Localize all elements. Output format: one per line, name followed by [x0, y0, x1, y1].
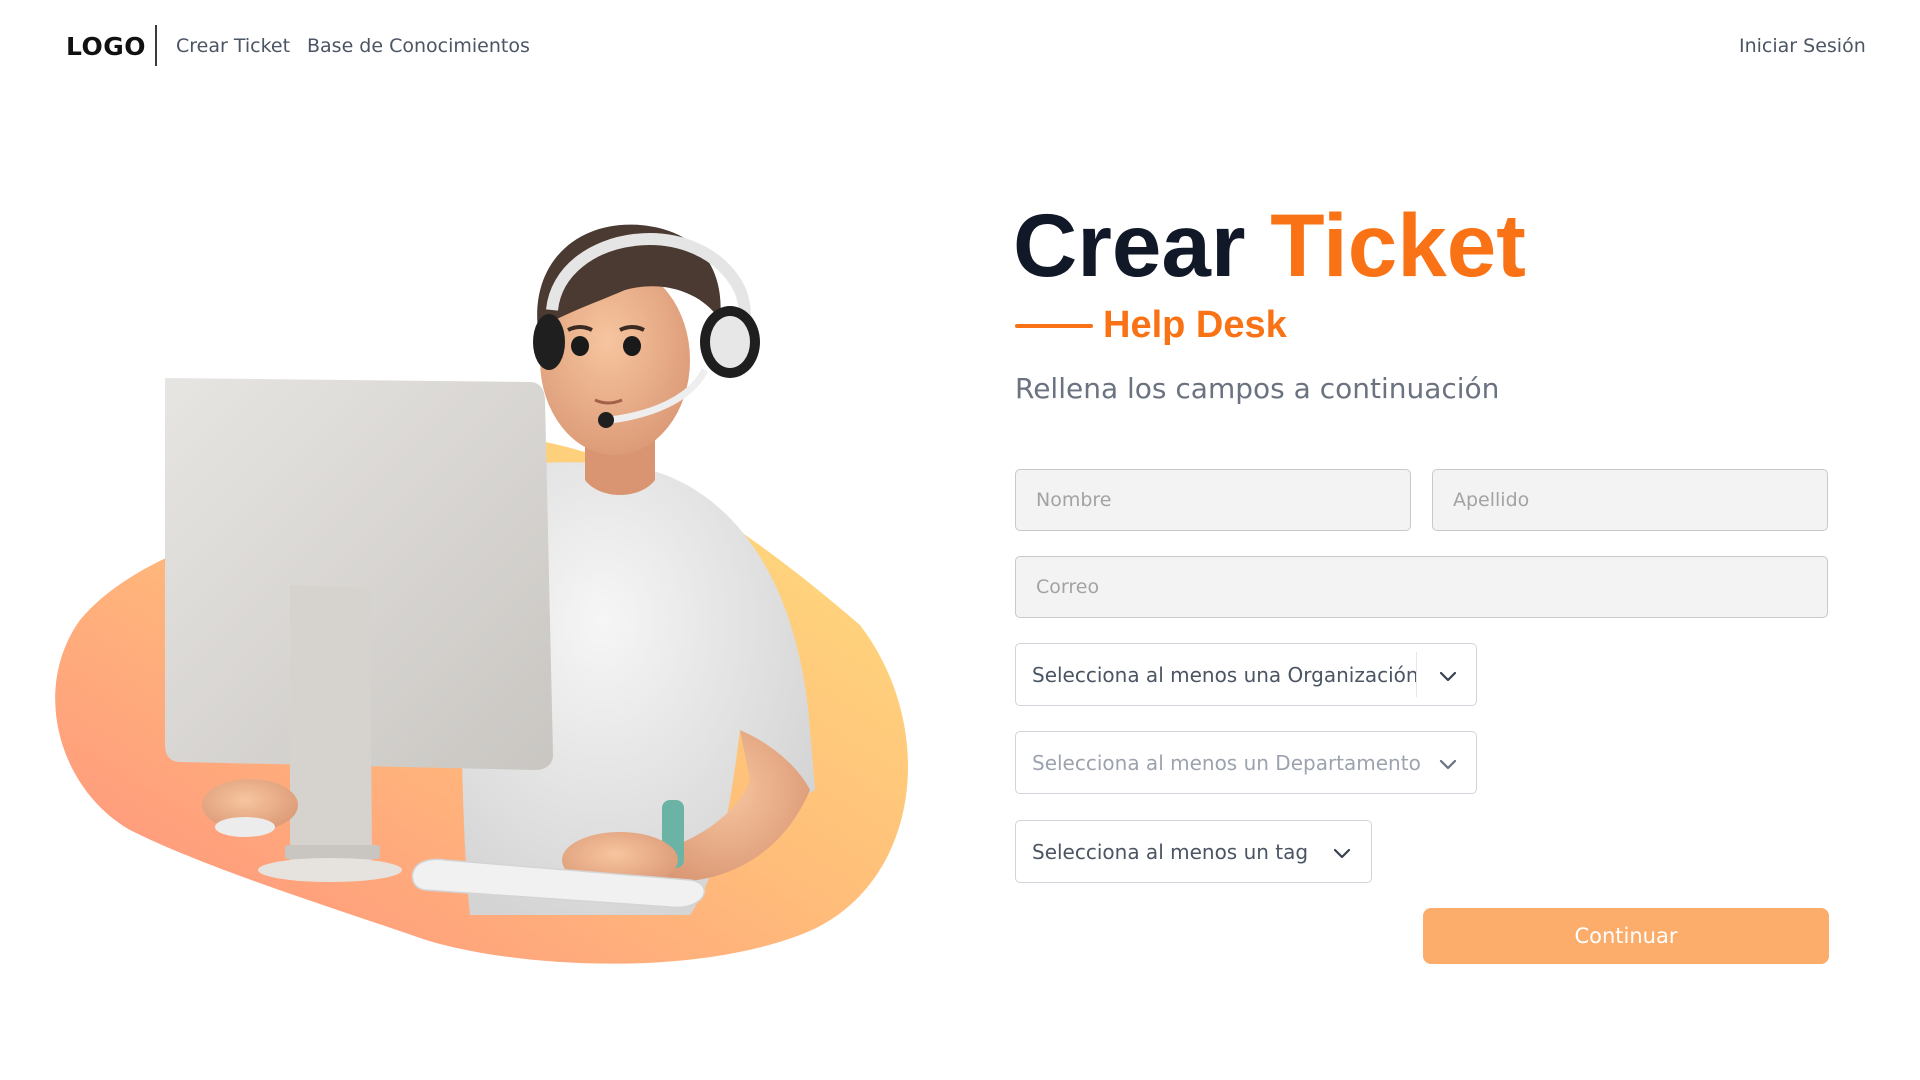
chevron-down-icon: [1333, 848, 1351, 859]
departamento-select[interactable]: Selecciona al menos un Departamento: [1015, 731, 1477, 794]
subtitle-accent-line: [1015, 324, 1093, 328]
nombre-input[interactable]: [1015, 469, 1411, 531]
support-agent-illustration: [40, 170, 940, 970]
organizacion-select-label: Selecciona al menos una Organización: [1032, 663, 1419, 687]
chevron-down-icon: [1439, 671, 1457, 682]
logo[interactable]: LOGO: [66, 32, 146, 61]
tag-select-label: Selecciona al menos un tag: [1032, 840, 1309, 864]
headset-ear-left: [533, 314, 565, 370]
continue-button[interactable]: Continuar: [1423, 908, 1829, 964]
login-link[interactable]: Iniciar Sesión: [1739, 35, 1866, 57]
support-agent-graphic: [55, 224, 909, 964]
ticket-page: LOGO Crear Ticket Base de Conocimientos …: [0, 0, 1920, 1080]
apellido-input[interactable]: [1432, 469, 1828, 531]
nav-link-base-conocimientos[interactable]: Base de Conocimientos: [307, 35, 530, 57]
subtitle-help-desk: Help Desk: [1103, 304, 1287, 346]
organizacion-select[interactable]: Selecciona al menos una Organización: [1015, 643, 1477, 706]
nav-divider: [155, 25, 157, 66]
page-title: Crear Ticket: [1013, 192, 1526, 298]
departamento-select-label: Selecciona al menos un Departamento: [1032, 751, 1421, 775]
top-navbar: LOGO Crear Ticket Base de Conocimientos …: [0, 0, 1920, 94]
title-word-ticket: Ticket: [1270, 195, 1526, 295]
monitor-stand: [290, 585, 372, 860]
tag-select[interactable]: Selecciona al menos un tag: [1015, 820, 1372, 883]
mouse: [215, 817, 275, 837]
chevron-down-icon: [1439, 759, 1457, 770]
nav-link-crear-ticket[interactable]: Crear Ticket: [176, 35, 290, 57]
form-instructions: Rellena los campos a continuación: [1015, 372, 1500, 405]
select-separator: [1416, 652, 1417, 697]
correo-input[interactable]: [1015, 556, 1828, 618]
title-word-crear: Crear: [1013, 195, 1246, 295]
